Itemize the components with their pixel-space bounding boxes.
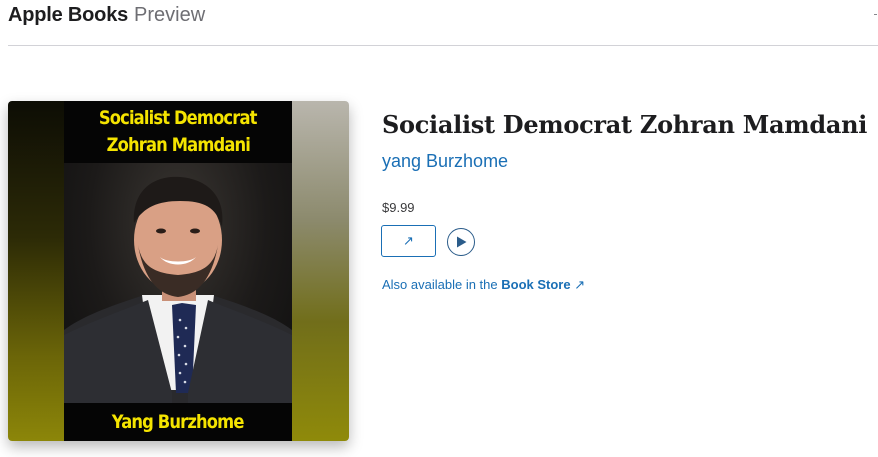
cover-title-band: Socialist Democrat Zohran Mamdani [64, 101, 292, 163]
book-cover: Socialist Democrat Zohran Mamdani Yang B… [8, 101, 349, 441]
open-in-books-button[interactable]: ↗ [381, 225, 436, 257]
play-icon [457, 236, 467, 248]
header-divider [8, 45, 878, 46]
also-available-prefix: Also available in the [382, 277, 502, 292]
preview-label: Preview [134, 4, 206, 26]
portrait-illustration [64, 176, 292, 403]
book-store-link[interactable]: Book Store [501, 277, 570, 292]
book-price: $9.99 [382, 200, 415, 215]
apple-books-logo[interactable]: Apple Books [8, 4, 128, 27]
also-available-line: Also available in the Book Store ↗ [382, 277, 585, 293]
arrow-up-right-icon: ↗ [403, 233, 414, 248]
cover-center-panel: Socialist Democrat Zohran Mamdani Yang B… [64, 101, 292, 441]
play-sample-button[interactable] [447, 228, 475, 256]
author-link[interactable]: yang Burzhome [382, 151, 508, 172]
book-title: Socialist Democrat Zohran Mamdani [382, 110, 868, 139]
cover-title-line-1: Socialist Democrat [99, 107, 258, 129]
header-edge-mark [874, 14, 877, 15]
cover-left-band [8, 101, 64, 441]
cover-title-line-2: Zohran Mamdani [106, 134, 250, 156]
cover-right-band [289, 101, 349, 441]
cover-author-name: Yang Burzhome [112, 411, 245, 433]
external-link-icon[interactable]: ↗ [574, 277, 585, 292]
cover-portrait [64, 145, 292, 403]
cover-author-band: Yang Burzhome [64, 403, 292, 441]
app-header: Apple Books Preview [8, 4, 205, 32]
